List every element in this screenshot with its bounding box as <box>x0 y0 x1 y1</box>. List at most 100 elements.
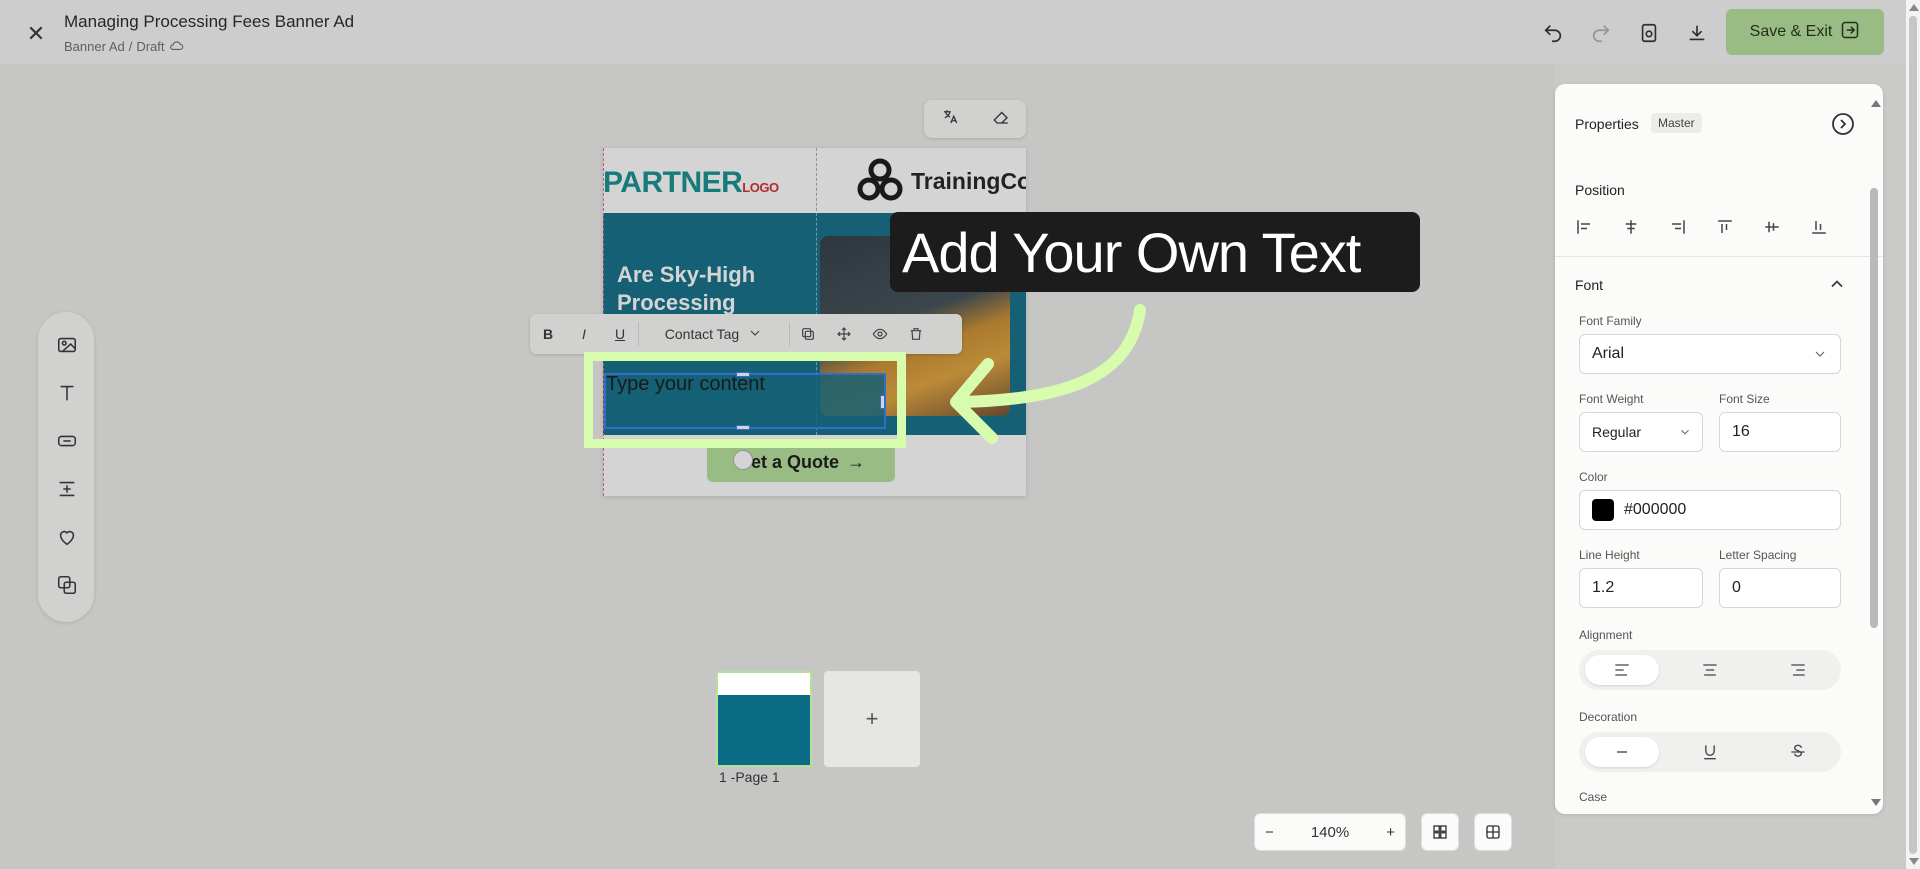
panel-scrollbar[interactable] <box>1869 100 1881 806</box>
font-weight-select[interactable]: Regular <box>1579 412 1703 452</box>
text-icon[interactable] <box>54 380 80 406</box>
decoration-label: Decoration <box>1579 710 1638 724</box>
line-height-input[interactable]: 1.2 <box>1579 568 1703 608</box>
align-bottom-icon[interactable] <box>1810 218 1832 240</box>
left-toolbar <box>38 312 94 622</box>
letter-spacing-label: Letter Spacing <box>1719 548 1797 562</box>
undo-icon[interactable] <box>1536 16 1570 50</box>
scroll-down-icon[interactable] <box>1909 858 1919 865</box>
zoom-level[interactable]: 140% <box>1311 824 1349 841</box>
font-size-label: Font Size <box>1719 392 1770 406</box>
panel-divider <box>1555 256 1883 257</box>
align-right-icon[interactable] <box>1669 218 1691 240</box>
zoom-in-button[interactable]: + <box>1386 824 1395 841</box>
properties-panel: Properties Master Position Font Font Fam… <box>1555 84 1883 814</box>
headline-line-1: Are Sky-High <box>617 262 756 287</box>
heart-icon[interactable] <box>54 524 80 550</box>
banner-headline[interactable]: Are Sky-High Processing <box>617 261 817 317</box>
window-scrollbar[interactable] <box>1906 0 1920 869</box>
layout-view-button[interactable] <box>1474 813 1512 851</box>
download-icon[interactable] <box>1680 16 1714 50</box>
text-align-right-icon[interactable] <box>1761 655 1835 685</box>
move-icon[interactable] <box>826 314 862 354</box>
letter-spacing-input[interactable]: 0 <box>1719 568 1841 608</box>
strikethrough-icon[interactable] <box>1761 737 1835 767</box>
decoration-segmented <box>1579 732 1841 772</box>
properties-title: Properties <box>1575 116 1639 132</box>
top-bar: ✕ Managing Processing Fees Banner Ad Ban… <box>0 0 1920 64</box>
callout-arrow-icon <box>950 304 1146 444</box>
quick-tools <box>924 100 1026 138</box>
bold-button[interactable]: B <box>530 314 566 354</box>
collapse-panel-icon[interactable] <box>1831 112 1855 136</box>
color-swatch[interactable] <box>1592 499 1614 521</box>
rotate-handle[interactable] <box>733 450 753 470</box>
underline-button[interactable]: U <box>602 314 638 354</box>
font-weight-label: Font Weight <box>1579 392 1644 406</box>
font-section-label: Font <box>1575 277 1604 293</box>
scroll-thumb[interactable] <box>1870 188 1878 628</box>
scroll-thumb[interactable] <box>1909 16 1917 854</box>
redo-icon[interactable] <box>1584 16 1618 50</box>
partner-logo-text: PARTNER <box>603 166 743 199</box>
chevron-down-icon <box>1678 425 1692 442</box>
partner-logo-small: LOGO <box>742 180 779 195</box>
trainingco-logo-icon[interactable] <box>855 156 905 206</box>
contact-tag-dropdown[interactable]: Contact Tag <box>639 314 789 354</box>
chevron-up-icon[interactable] <box>1827 274 1847 294</box>
spacer-icon[interactable] <box>54 476 80 502</box>
italic-button[interactable]: I <box>566 314 602 354</box>
translate-icon[interactable] <box>941 108 959 131</box>
alignment-label: Alignment <box>1579 628 1633 642</box>
image-icon[interactable] <box>54 332 80 358</box>
text-align-left-icon[interactable] <box>1585 655 1659 685</box>
font-family-label: Font Family <box>1579 314 1642 328</box>
scroll-up-icon[interactable] <box>1909 4 1919 11</box>
zoom-out-button[interactable]: − <box>1265 824 1274 841</box>
underline-icon[interactable] <box>1673 737 1747 767</box>
duplicate-icon[interactable] <box>790 314 826 354</box>
visibility-icon[interactable] <box>862 314 898 354</box>
save-exit-label: Save & Exit <box>1749 23 1833 40</box>
align-middle-icon[interactable] <box>1763 218 1785 240</box>
page-thumbnail[interactable] <box>716 671 812 767</box>
font-family-select[interactable]: Arial <box>1579 334 1841 374</box>
preview-icon[interactable] <box>1632 16 1666 50</box>
partner-logo[interactable]: PARTNERLOGO <box>603 166 779 200</box>
highlight-frame <box>584 352 906 448</box>
align-top-icon[interactable] <box>1716 218 1738 240</box>
banner-header: PARTNERLOGO TrainingCo <box>603 148 1026 213</box>
chevron-down-icon <box>747 325 763 344</box>
align-center-h-icon[interactable] <box>1622 218 1644 240</box>
color-input[interactable]: #000000 <box>1579 490 1841 530</box>
scroll-up-icon[interactable] <box>1871 100 1881 107</box>
trash-icon[interactable] <box>898 314 934 354</box>
font-family-value: Arial <box>1592 345 1625 362</box>
contact-tag-label: Contact Tag <box>664 326 740 342</box>
position-label: Position <box>1575 182 1625 198</box>
scroll-down-icon[interactable] <box>1871 799 1881 806</box>
page-label: 1 -Page 1 <box>719 769 780 785</box>
save-exit-button[interactable]: Save & Exit <box>1726 9 1884 55</box>
grid-view-button[interactable] <box>1421 813 1459 851</box>
button-icon[interactable] <box>54 428 80 454</box>
text-align-center-icon[interactable] <box>1673 655 1747 685</box>
arrow-right-icon: → <box>847 451 865 472</box>
font-weight-value: Regular <box>1592 424 1642 440</box>
master-badge: Master <box>1651 113 1702 133</box>
breadcrumb-banner-ad[interactable]: Banner Ad <box>64 39 125 54</box>
add-page-button[interactable]: + <box>824 671 920 767</box>
zoom-control: − 140% + <box>1254 813 1406 851</box>
align-left-icon[interactable] <box>1575 218 1597 240</box>
font-size-input[interactable]: 16 <box>1719 412 1841 452</box>
tutorial-callout: Add Your Own Text <box>890 212 1420 292</box>
shapes-icon[interactable] <box>54 572 80 598</box>
thumbnail-header <box>718 673 810 695</box>
case-label: Case <box>1579 790 1608 804</box>
close-icon[interactable]: ✕ <box>22 20 50 48</box>
alignment-segmented <box>1579 650 1841 690</box>
eraser-icon[interactable] <box>992 108 1010 131</box>
no-decoration-icon[interactable] <box>1585 737 1659 767</box>
cloud-icon <box>169 39 184 54</box>
trainingco-brand: TrainingCo <box>911 168 1026 194</box>
